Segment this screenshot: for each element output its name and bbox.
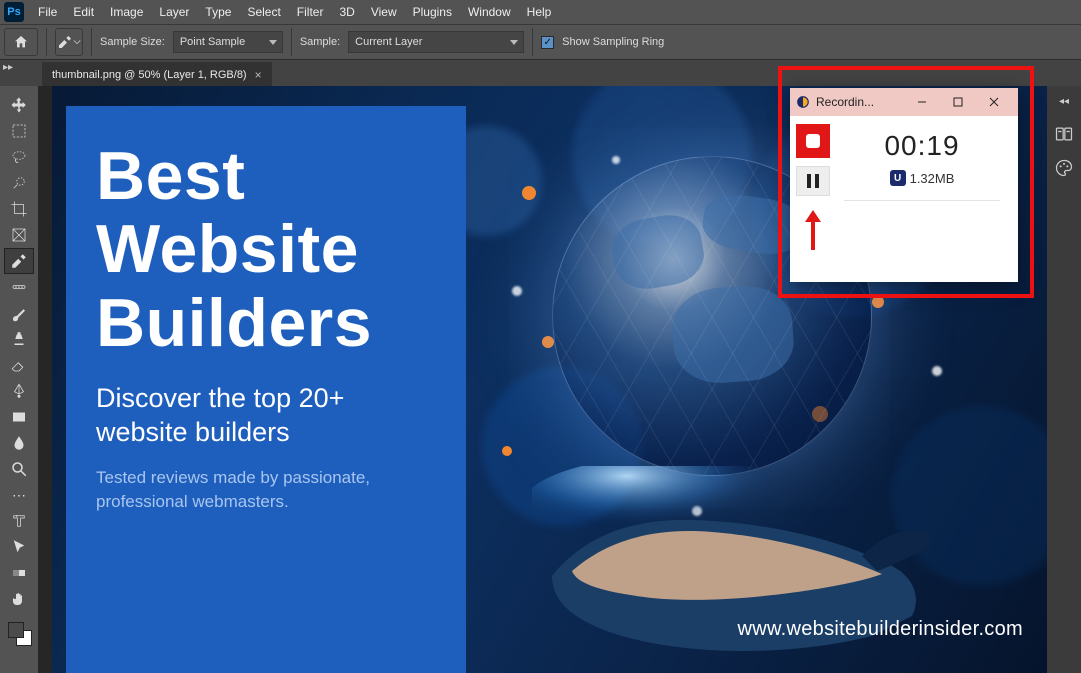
color-panel-icon[interactable]: [1053, 157, 1075, 179]
menu-filter[interactable]: Filter: [289, 2, 332, 22]
sample-label: Sample:: [300, 36, 340, 48]
pen-tool[interactable]: [4, 378, 34, 404]
document-tab[interactable]: thumbnail.png @ 50% (Layer 1, RGB/8) ×: [42, 62, 272, 86]
panel-collapse-toggle-left[interactable]: ▸▸: [3, 62, 13, 73]
annotation-arrow: [805, 210, 821, 250]
sample-size-label: Sample Size:: [100, 36, 165, 48]
home-button[interactable]: [4, 28, 38, 56]
stop-record-button[interactable]: [796, 124, 830, 158]
sampling-ring-label: Show Sampling Ring: [562, 36, 664, 48]
path-selection-tool[interactable]: [4, 534, 34, 560]
edit-toolbar[interactable]: ⋯: [4, 482, 34, 508]
recorder-titlebar[interactable]: Recordin...: [790, 88, 1018, 116]
panel-collapse-toggle-right[interactable]: ◂◂: [1059, 96, 1069, 107]
menu-select[interactable]: Select: [239, 2, 288, 22]
right-panel-dock: ◂◂: [1047, 86, 1081, 673]
menu-plugins[interactable]: Plugins: [405, 2, 460, 22]
menu-window[interactable]: Window: [460, 2, 519, 22]
lasso-tool[interactable]: [4, 144, 34, 170]
close-tab-button[interactable]: ×: [255, 68, 262, 82]
blur-tool[interactable]: [4, 430, 34, 456]
frame-tool[interactable]: [4, 222, 34, 248]
menu-edit[interactable]: Edit: [65, 2, 102, 22]
maximize-button[interactable]: [940, 88, 976, 116]
app-logo-text: Ps: [7, 6, 20, 18]
menu-image[interactable]: Image: [102, 2, 151, 22]
minimize-button[interactable]: [904, 88, 940, 116]
options-bar: Sample Size: Point Sample Sample: Curren…: [0, 24, 1081, 60]
home-icon: [13, 34, 29, 50]
close-button[interactable]: [976, 88, 1012, 116]
app-logo: Ps: [4, 2, 24, 22]
pause-button[interactable]: [796, 166, 830, 196]
upload-badge: U: [890, 170, 906, 186]
crop-tool[interactable]: [4, 196, 34, 222]
learn-panel-icon[interactable]: [1053, 123, 1075, 145]
hand-tool[interactable]: [4, 586, 34, 612]
eraser-tool[interactable]: [4, 352, 34, 378]
stop-icon: [806, 134, 820, 148]
menu-layer[interactable]: Layer: [151, 2, 197, 22]
color-swatches[interactable]: [6, 620, 32, 646]
move-tool[interactable]: [4, 92, 34, 118]
sampling-ring-checkbox[interactable]: ✓: [541, 36, 554, 49]
sample-select[interactable]: Current Layer: [348, 31, 524, 53]
headline: Best Website Builders: [96, 140, 438, 360]
zoom-tool[interactable]: [4, 456, 34, 482]
eyedropper-icon: [57, 34, 73, 50]
thumbnail-text-panel: Best Website Builders Discover the top 2…: [66, 106, 466, 673]
marquee-tool[interactable]: [4, 118, 34, 144]
healing-brush-tool[interactable]: [4, 274, 34, 300]
gradient-tool[interactable]: [4, 560, 34, 586]
recorder-elapsed-time: 00:19: [836, 130, 1008, 162]
menu-view[interactable]: View: [363, 2, 405, 22]
brush-tool[interactable]: [4, 300, 34, 326]
chevron-down-icon: [73, 38, 81, 46]
sample-size-select[interactable]: Point Sample: [173, 31, 283, 53]
clone-stamp-tool[interactable]: [4, 326, 34, 352]
foreground-color-swatch[interactable]: [8, 622, 24, 638]
recorder-file-size: U 1.32MB: [836, 170, 1008, 186]
type-tool[interactable]: [4, 508, 34, 534]
menu-bar: Ps File Edit Image Layer Type Select Fil…: [0, 0, 1081, 24]
recorder-window[interactable]: Recordin... 00:19 U 1.32MB: [790, 88, 1018, 282]
tool-preset-picker[interactable]: [55, 28, 83, 56]
pause-icon: [807, 174, 811, 188]
menu-help[interactable]: Help: [519, 2, 560, 22]
thumbnail-url: www.websitebuilderinsider.com: [738, 618, 1024, 641]
document-tab-strip: ▸▸ thumbnail.png @ 50% (Layer 1, RGB/8) …: [0, 60, 1081, 86]
subhead: Discover the top 20+ website builders: [96, 382, 438, 450]
menu-type[interactable]: Type: [197, 2, 239, 22]
body-copy: Tested reviews made by passionate, profe…: [96, 466, 438, 515]
recorder-app-icon: [796, 95, 810, 109]
quick-selection-tool[interactable]: [4, 170, 34, 196]
document-tab-title: thumbnail.png @ 50% (Layer 1, RGB/8): [52, 69, 247, 81]
rectangle-tool[interactable]: [4, 404, 34, 430]
eyedropper-tool[interactable]: [4, 248, 34, 274]
menu-file[interactable]: File: [30, 2, 65, 22]
menu-3d[interactable]: 3D: [331, 2, 362, 22]
toolbox: ⋯: [0, 86, 38, 673]
recorder-title: Recordin...: [816, 95, 874, 109]
